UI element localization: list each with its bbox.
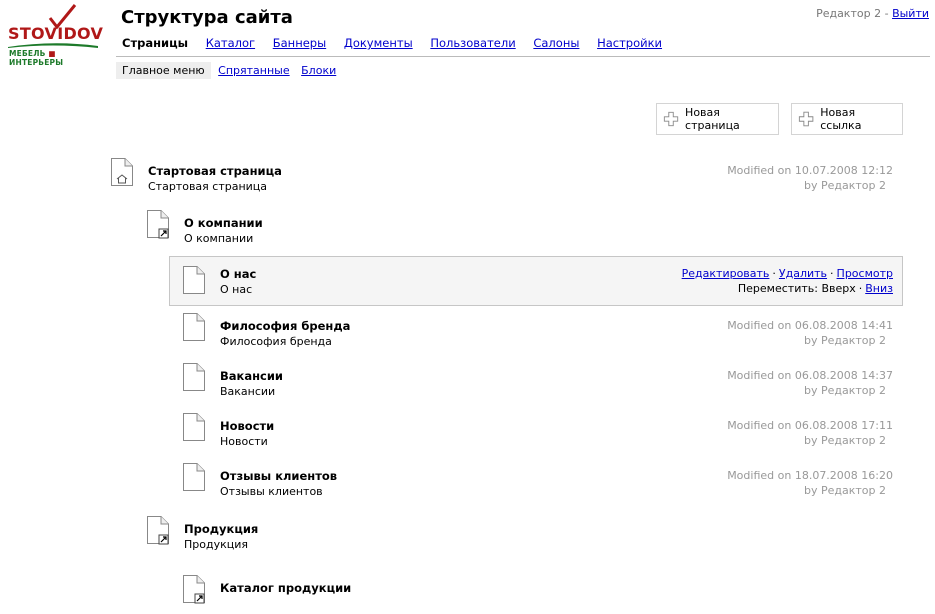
tab-salons[interactable]: Салоны	[533, 36, 579, 50]
logout-link[interactable]: Выйти	[892, 7, 929, 20]
item-title[interactable]: О нас	[220, 267, 256, 281]
item-title[interactable]: О компании	[184, 216, 263, 230]
main-nav: Страницы Каталог Баннеры Документы Польз…	[122, 36, 676, 50]
tree-item-start-page[interactable]: Стартовая страница Стартовая страница Mo…	[110, 157, 893, 197]
view-link[interactable]: Просмотр	[837, 267, 893, 280]
item-title[interactable]: Продукция	[184, 522, 258, 536]
move-up-disabled: Вверх	[821, 282, 856, 295]
item-meta: Modified on 06.08.2008 14:37 by Редактор…	[727, 368, 893, 398]
item-title[interactable]: Стартовая страница	[148, 164, 282, 178]
item-subtitle: Новости	[220, 435, 268, 448]
link-page-icon	[183, 575, 205, 604]
item-title[interactable]: Вакансии	[220, 369, 283, 383]
new-page-button[interactable]: Новая страница	[656, 103, 779, 135]
tree-item-brand-philosophy[interactable]: Философия бренда Философия бренда Modifi…	[182, 312, 893, 352]
page-icon	[183, 266, 205, 294]
link-page-icon	[147, 210, 169, 239]
separator: ·	[830, 267, 834, 280]
item-title[interactable]: Философия бренда	[220, 319, 350, 333]
page-icon	[183, 363, 205, 391]
nav-divider	[116, 56, 930, 57]
site-logo: STOVIDOV МЕБЕЛЬ ■ ИНТЕРЬЕРЫ	[8, 4, 104, 67]
tree-item-about-us[interactable]: О нас О нас Редактировать · Удалить · Просмо…	[169, 256, 903, 306]
tree-item-about-company[interactable]: О компании О компании	[146, 209, 446, 249]
item-meta: Modified on 18.07.2008 16:20 by Редактор…	[727, 468, 893, 498]
plus-icon	[663, 111, 679, 127]
logo-tagline-separator: ■	[48, 49, 56, 58]
delete-link[interactable]: Удалить	[779, 267, 827, 280]
modified-by: by Редактор 2	[804, 179, 886, 192]
modified-date: Modified on 10.07.2008 12:12	[727, 164, 893, 177]
modified-by: by Редактор 2	[804, 484, 886, 497]
item-meta: Modified on 06.08.2008 17:11 by Редактор…	[727, 418, 893, 448]
item-title[interactable]: Новости	[220, 419, 274, 433]
item-subtitle: Стартовая страница	[148, 180, 268, 193]
modified-date: Modified on 06.08.2008 17:11	[727, 419, 893, 432]
modified-date: Modified on 06.08.2008 14:37	[727, 369, 893, 382]
page-icon	[183, 463, 205, 491]
new-link-label: Новая ссылка	[820, 106, 862, 132]
home-page-icon	[111, 158, 133, 186]
separator: ·	[772, 267, 776, 280]
item-meta: Modified on 10.07.2008 12:12 by Редактор…	[727, 163, 893, 193]
item-subtitle: О компании	[184, 232, 254, 245]
logo-brand: STOVIDOV	[8, 24, 104, 43]
tree-item-product-catalog[interactable]: Каталог продукции	[182, 574, 482, 610]
item-title[interactable]: Каталог продукции	[220, 581, 351, 595]
modified-date: Modified on 18.07.2008 16:20	[727, 469, 893, 482]
logo-tagline: МЕБЕЛЬ ■ ИНТЕРЬЕРЫ	[9, 49, 100, 67]
link-page-icon	[147, 516, 169, 545]
item-subtitle: Продукция	[184, 538, 248, 551]
new-page-label: Новая страница	[685, 106, 740, 132]
subtab-main-menu[interactable]: Главное меню	[116, 62, 211, 79]
tab-settings[interactable]: Настройки	[597, 36, 662, 50]
tree-item-reviews[interactable]: Отзывы клиентов Отзывы клиентов Modified…	[182, 462, 893, 502]
tab-catalog[interactable]: Каталог	[206, 36, 255, 50]
logo-tagline-right: ИНТЕРЬЕРЫ	[9, 58, 64, 67]
move-down-link[interactable]: Вниз	[865, 282, 893, 295]
move-label: Переместить:	[737, 282, 818, 295]
item-meta: Modified on 06.08.2008 14:41 by Редактор…	[727, 318, 893, 348]
new-link-button[interactable]: Новая ссылка	[791, 103, 903, 135]
subtab-blocks[interactable]: Блоки	[301, 64, 336, 77]
page-icon	[183, 313, 205, 341]
modified-by: by Редактор 2	[804, 434, 886, 447]
modified-date: Modified on 06.08.2008 14:41	[727, 319, 893, 332]
page-title: Структура сайта	[121, 7, 293, 28]
logo-tagline-left: МЕБЕЛЬ	[9, 49, 46, 58]
item-subtitle: Отзывы клиентов	[220, 485, 323, 498]
logo-swoosh	[8, 43, 98, 48]
separator: ·	[858, 282, 863, 295]
tree-item-news[interactable]: Новости Новости Modified on 06.08.2008 1…	[182, 412, 893, 452]
tab-pages[interactable]: Страницы	[122, 36, 188, 50]
modified-by: by Редактор 2	[804, 384, 886, 397]
user-bar: Редактор 2 - Выйти	[816, 7, 929, 20]
item-subtitle: О нас	[220, 283, 253, 296]
tab-users[interactable]: Пользователи	[430, 36, 515, 50]
subtab-hidden[interactable]: Спрятанные	[218, 64, 289, 77]
item-subtitle: Философия бренда	[220, 335, 332, 348]
item-actions: Редактировать · Удалить · Просмотр Перемести…	[682, 266, 893, 296]
tab-documents[interactable]: Документы	[344, 36, 413, 50]
edit-link[interactable]: Редактировать	[682, 267, 770, 280]
sub-nav: Главное меню Спрятанные Блоки	[116, 62, 344, 79]
tab-banners[interactable]: Баннеры	[273, 36, 326, 50]
user-name: Редактор 2	[816, 7, 882, 20]
tree-item-vacancies[interactable]: Вакансии Вакансии Modified on 06.08.2008…	[182, 362, 893, 402]
user-separator: -	[884, 7, 889, 20]
page-icon	[183, 413, 205, 441]
tree-item-products[interactable]: Продукция Продукция	[146, 515, 446, 555]
modified-by: by Редактор 2	[804, 334, 886, 347]
plus-icon	[798, 111, 814, 127]
item-title[interactable]: Отзывы клиентов	[220, 469, 337, 483]
item-subtitle: Вакансии	[220, 385, 276, 398]
